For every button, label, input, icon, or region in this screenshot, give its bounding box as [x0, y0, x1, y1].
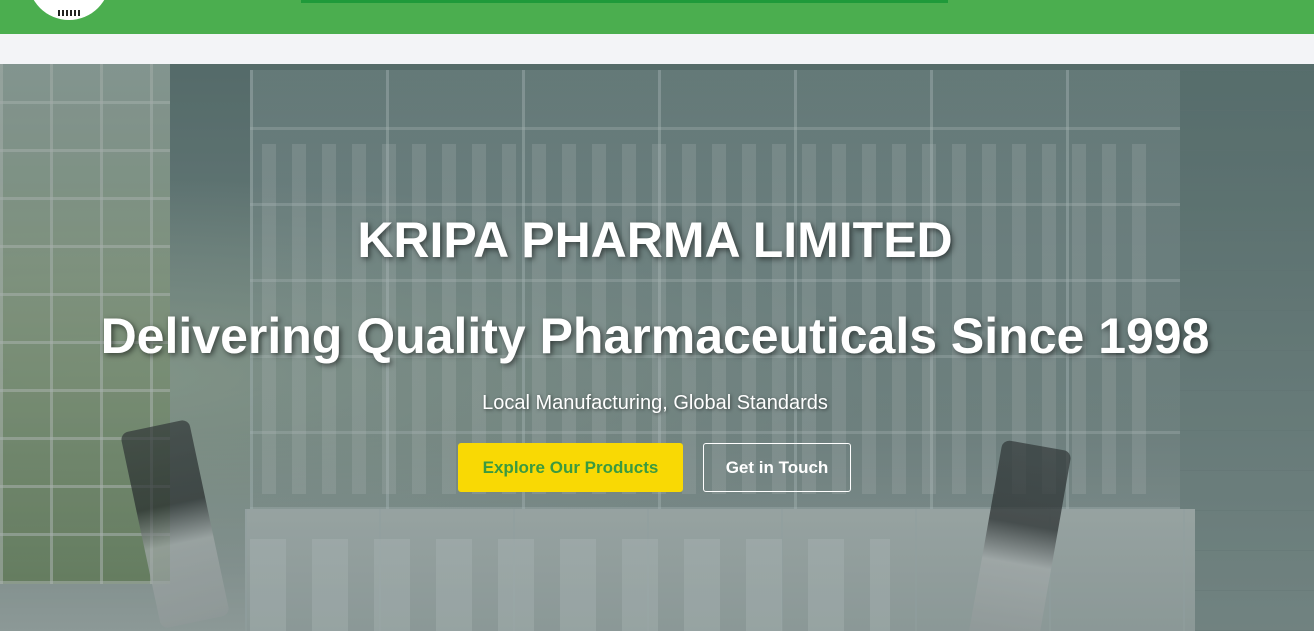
header-nav-underline: [301, 0, 948, 3]
site-header: [0, 0, 1314, 34]
logo-emblem: [58, 10, 82, 16]
hero-tagline: Local Manufacturing, Global Standards: [482, 392, 828, 414]
get-in-touch-button[interactable]: Get in Touch: [703, 443, 851, 492]
hero-content: KRIPA PHARMA LIMITED Delivering Quality …: [0, 64, 1314, 631]
subheader-strip: [0, 34, 1314, 64]
company-logo-icon[interactable]: [28, 0, 110, 20]
hero-section: KRIPA PHARMA LIMITED Delivering Quality …: [0, 64, 1314, 631]
hero-title: KRIPA PHARMA LIMITED: [357, 212, 953, 268]
explore-products-button[interactable]: Explore Our Products: [458, 443, 683, 492]
hero-subtitle: Delivering Quality Pharmaceuticals Since…: [100, 308, 1210, 364]
